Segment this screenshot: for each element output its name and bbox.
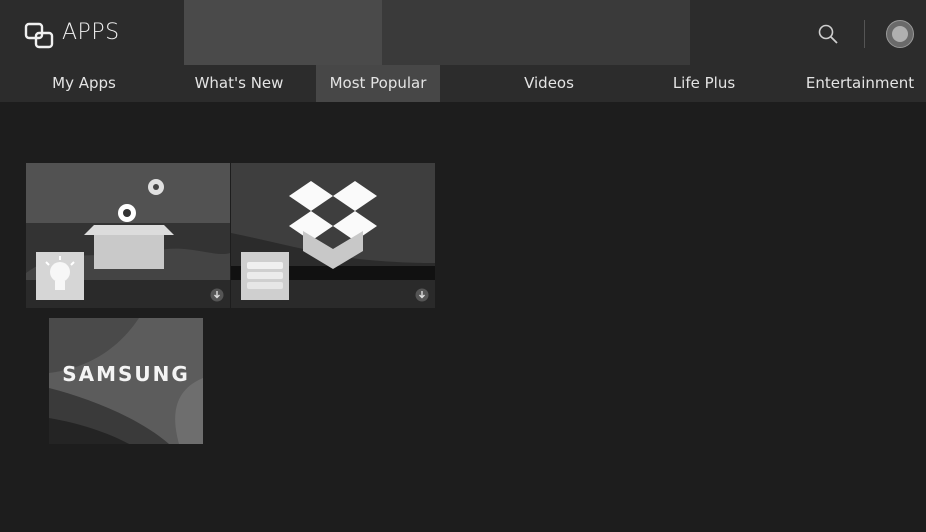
app-tile[interactable] — [26, 163, 230, 308]
lightbulb-icon — [36, 252, 84, 300]
search-icon[interactable] — [817, 23, 839, 45]
tab-entertainment[interactable]: Entertainment — [798, 65, 922, 102]
avatar-image — [892, 26, 908, 42]
apps-icon — [24, 22, 54, 49]
header-highlight-secondary — [382, 0, 690, 65]
category-tabs: My Apps What's New Most Popular Videos L… — [0, 65, 926, 102]
tab-whats-new[interactable]: What's New — [186, 65, 292, 102]
header: APPS My Apps What's New Most Popular Vid… — [0, 0, 926, 102]
header-divider — [864, 20, 865, 48]
app-tile[interactable] — [231, 163, 435, 308]
tab-my-apps[interactable]: My Apps — [34, 65, 134, 102]
avatar[interactable] — [886, 20, 914, 48]
header-highlight — [184, 0, 382, 65]
tab-most-popular[interactable]: Most Popular — [316, 65, 440, 102]
stack-icon — [241, 252, 289, 300]
samsung-logo: SAMSUNG — [62, 362, 190, 386]
download-icon — [210, 288, 224, 302]
tab-videos[interactable]: Videos — [506, 65, 592, 102]
samsung-app-tile[interactable]: SAMSUNG — [49, 318, 203, 444]
download-icon — [415, 288, 429, 302]
page-title: APPS — [62, 20, 120, 45]
tab-life-plus[interactable]: Life Plus — [660, 65, 748, 102]
